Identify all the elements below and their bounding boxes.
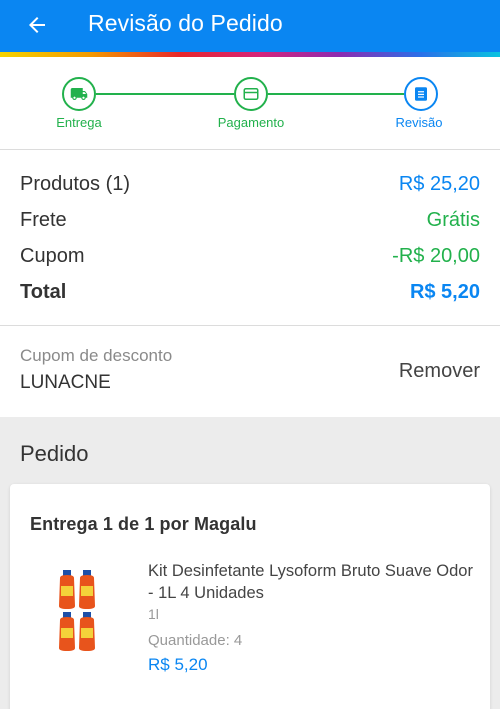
step-connector-2 bbox=[268, 93, 404, 95]
step-label-revisao: Revisão bbox=[395, 115, 443, 130]
step-revisao[interactable] bbox=[404, 77, 438, 111]
delivery-title: Entrega 1 de 1 por Magalu bbox=[30, 514, 257, 534]
truck-icon bbox=[70, 88, 88, 100]
page-title: Revisão do Pedido bbox=[88, 10, 283, 36]
order-summary: Produtos (1) R$ 25,20 Frete Grátis Cupom… bbox=[0, 149, 500, 326]
product-image[interactable] bbox=[56, 566, 116, 656]
product-variant: 1l bbox=[148, 606, 159, 622]
step-label-pagamento: Pagamento bbox=[217, 115, 285, 130]
checkout-stepper: Entrega Pagamento Revisão bbox=[0, 57, 500, 149]
list-icon bbox=[415, 87, 427, 101]
coupon-value: -R$ 20,00 bbox=[392, 244, 480, 267]
app-header: Revisão do Pedido bbox=[0, 0, 500, 52]
step-entrega[interactable] bbox=[62, 77, 96, 111]
step-label-entrega: Entrega bbox=[56, 115, 102, 130]
product-price: R$ 5,20 bbox=[148, 655, 208, 674]
arrow-left-icon bbox=[29, 17, 45, 33]
coupon-code: LUNACNE bbox=[20, 372, 111, 393]
summary-row-shipping: Frete Grátis bbox=[20, 205, 480, 235]
step-connector-1 bbox=[96, 93, 234, 95]
summary-row-coupon: Cupom -R$ 20,00 bbox=[20, 241, 480, 271]
delivery-card: Entrega 1 de 1 por Magalu Kit Desinfetan… bbox=[10, 484, 490, 709]
remove-coupon-button[interactable]: Remover bbox=[399, 360, 480, 383]
product-quantity: Quantidade: 4 bbox=[148, 632, 243, 649]
products-label: Produtos (1) bbox=[20, 172, 131, 195]
coupon-label: Cupom bbox=[20, 244, 85, 267]
shipping-value: Grátis bbox=[426, 208, 480, 231]
bottle-icon bbox=[59, 570, 95, 651]
products-value: R$ 25,20 bbox=[398, 172, 480, 195]
step-pagamento[interactable] bbox=[234, 77, 268, 111]
back-button[interactable] bbox=[20, 8, 54, 42]
coupon-section-label: Cupom de desconto bbox=[20, 346, 173, 365]
total-label: Total bbox=[20, 280, 67, 303]
summary-row-products: Produtos (1) R$ 25,20 bbox=[20, 169, 480, 199]
card-icon bbox=[243, 88, 259, 100]
shipping-label: Frete bbox=[20, 208, 67, 231]
total-value: R$ 5,20 bbox=[409, 280, 480, 303]
summary-row-total: Total R$ 5,20 bbox=[20, 277, 480, 307]
discount-coupon-section: Cupom de desconto LUNACNE Remover bbox=[0, 326, 500, 417]
product-name[interactable]: Kit Desinfetante Lysoform Bruto Suave Od… bbox=[148, 560, 478, 604]
order-section-title: Pedido bbox=[20, 441, 89, 466]
